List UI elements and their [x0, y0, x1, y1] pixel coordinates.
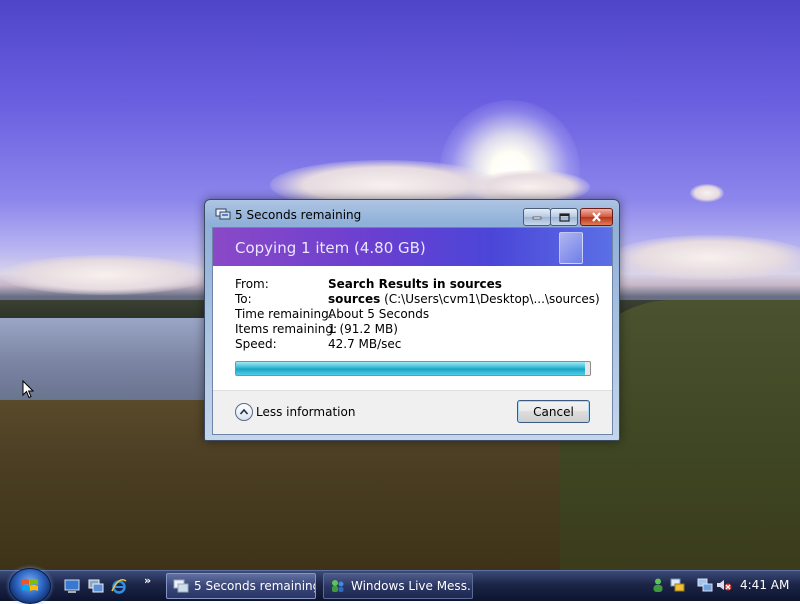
copy-icon [173, 579, 189, 593]
taskbar-item-messenger[interactable]: Windows Live Mess... [323, 573, 473, 599]
mouse-cursor [22, 379, 35, 402]
items-value: 1 (91.2 MB) [328, 322, 398, 336]
from-label: From: [235, 277, 269, 291]
to-value[interactable]: sources (C:\Users\cvm1\Desktop\...\sourc… [328, 292, 600, 307]
volume-muted-icon[interactable] [716, 577, 732, 593]
progress-fill [236, 362, 585, 375]
document-icon [559, 232, 583, 264]
progress-bar [235, 361, 591, 376]
taskbar: » 5 Seconds remaining Windows Live Mess.… [0, 568, 800, 604]
header-banner: Copying 1 item (4.80 GB) [213, 228, 612, 266]
from-value[interactable]: Search Results in sources [328, 277, 502, 292]
messenger-status-icon[interactable] [650, 577, 666, 593]
cancel-button[interactable]: Cancel [517, 400, 590, 423]
cloud [690, 184, 724, 202]
network-status-icon[interactable] [669, 577, 685, 593]
taskbar-item-copy[interactable]: 5 Seconds remaining [166, 573, 316, 599]
time-row: Time remaining: About 5 Seconds [235, 307, 605, 322]
windows-logo-icon [22, 579, 38, 591]
to-folder[interactable]: sources [328, 292, 380, 306]
taskbar-item-label: Windows Live Mess... [351, 579, 473, 593]
dialog-footer: Less information Cancel [213, 390, 612, 434]
time-value: About 5 Seconds [328, 307, 430, 321]
minimize-button[interactable] [523, 208, 551, 226]
dialog-content: Copying 1 item (4.80 GB) From: Search Re… [212, 227, 613, 435]
from-row: From: Search Results in sources [235, 277, 605, 292]
start-button[interactable] [9, 568, 51, 604]
copy-progress-dialog[interactable]: 5 Seconds remaining Copying 1 item (4.80… [204, 199, 620, 441]
to-label: To: [235, 292, 252, 306]
messenger-icon [330, 579, 346, 593]
to-row: To: sources (C:\Users\cvm1\Desktop\...\s… [235, 292, 605, 307]
cloud [0, 255, 210, 295]
window-title: 5 Seconds remaining [235, 208, 362, 222]
to-path: (C:\Users\cvm1\Desktop\...\sources) [384, 292, 600, 306]
copy-heading: Copying 1 item (4.80 GB) [235, 239, 426, 257]
quick-launch-overflow-button[interactable]: » [144, 574, 151, 587]
copy-icon [215, 208, 231, 220]
time-label: Time remaining: [235, 307, 333, 321]
show-desktop-icon[interactable] [64, 578, 80, 594]
internet-explorer-icon[interactable] [111, 578, 127, 594]
close-button[interactable] [580, 208, 613, 226]
items-label: Items remaining: [235, 322, 338, 336]
speed-row: Speed: 42.7 MB/sec [235, 337, 605, 352]
title-bar[interactable]: 5 Seconds remaining [205, 200, 619, 228]
speed-label: Speed: [235, 337, 277, 351]
taskbar-item-label: 5 Seconds remaining [194, 579, 316, 593]
speed-value: 42.7 MB/sec [328, 337, 402, 351]
clock[interactable]: 4:41 AM [740, 578, 789, 592]
switch-windows-icon[interactable] [88, 578, 104, 594]
copy-details: From: Search Results in sources To: sour… [235, 277, 605, 352]
cloud [610, 235, 800, 280]
network-icon[interactable] [697, 577, 713, 593]
maximize-button[interactable] [550, 208, 578, 226]
items-row: Items remaining: 1 (91.2 MB) [235, 322, 605, 337]
less-information-link[interactable]: Less information [256, 405, 355, 419]
chevron-up-icon[interactable] [235, 403, 253, 421]
